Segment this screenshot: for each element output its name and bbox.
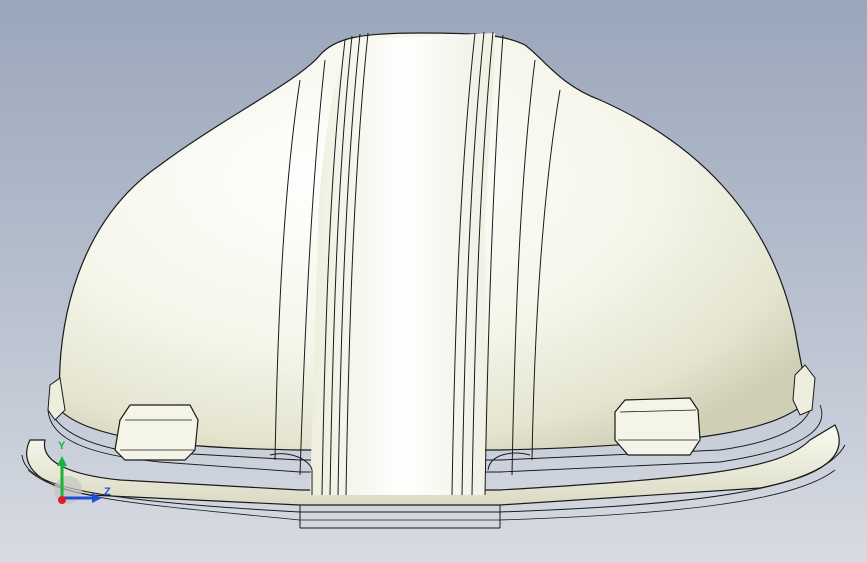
left-suspension-clip [114, 404, 199, 461]
x-axis-icon [58, 496, 66, 504]
coordinate-triad [54, 456, 102, 504]
y-arrow-icon [57, 456, 67, 466]
central-rib [310, 33, 495, 495]
graphics-viewport[interactable]: Y Z [0, 0, 867, 562]
triad-z-label: Z [104, 486, 111, 498]
triad-y-label: Y [58, 440, 66, 452]
right-suspension-clip [614, 397, 701, 456]
z-arrow-icon [92, 493, 102, 503]
hard-hat-model[interactable] [0, 0, 867, 562]
